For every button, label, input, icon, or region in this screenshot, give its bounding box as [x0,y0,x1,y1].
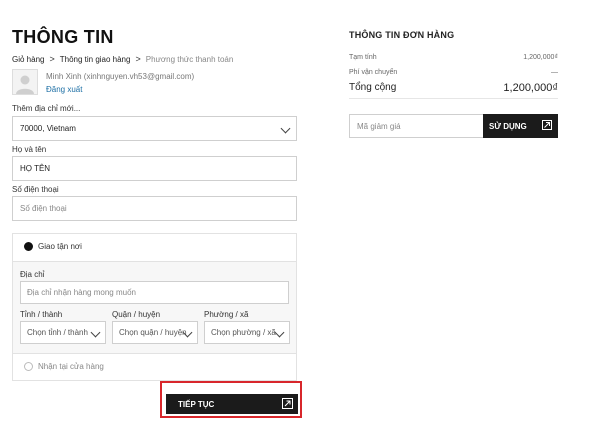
phone-input[interactable]: Số điện thoại [12,196,297,221]
ward-select[interactable]: Chọn phường / xã [204,321,290,344]
chevron-right-icon: > [135,54,141,64]
apply-coupon-label: SỬ DỤNG [489,121,527,131]
coupon-group: Mã giảm giá SỬ DỤNG [349,114,558,138]
user-icon [16,75,34,94]
chevron-down-icon [90,327,101,338]
radio-unchecked-icon[interactable] [24,362,33,371]
district-label: Quận / huyện [112,310,161,319]
breadcrumb: Giỏ hàng > Thông tin giao hàng > Phương … [12,54,233,64]
chevron-down-icon [280,123,291,134]
ship-home-details: Địa chỉ Địa chỉ nhận hàng mong muốn Tỉnh… [13,261,296,354]
account-name: Minh Xinh (xinhnguyen.vh53@gmail.com) [46,72,195,81]
summary-divider [349,98,558,99]
continue-highlight: TIẾP TỤC [160,381,302,418]
arrow-up-right-icon [282,398,293,409]
phone-label: Số điện thoại [12,185,59,194]
breadcrumb-cart[interactable]: Giỏ hàng [12,55,44,64]
continue-label: TIẾP TỤC [178,399,215,409]
fullname-input[interactable]: HỌ TÊN [12,156,297,181]
ship-pickup-label: Nhận tại cửa hàng [38,362,104,371]
coupon-input[interactable]: Mã giảm giá [349,114,483,138]
logout-link[interactable]: Đăng xuất [46,85,194,94]
continue-button[interactable]: TIẾP TỤC [166,394,298,414]
apply-coupon-button[interactable]: SỬ DỤNG [483,114,558,138]
chevron-right-icon: > [49,54,55,64]
shipping-fee-row: Phí vận chuyển — [349,69,558,76]
address-select-label: Thêm địa chỉ mới... [12,104,81,113]
ship-home-option[interactable]: Giao tận nơi [24,242,82,251]
account-block: Minh Xinh (xinhnguyen.vh53@gmail.com) Đă… [12,69,194,95]
shipping-fee-label: Phí vận chuyển [349,69,398,76]
subtotal-value: 1,200,000₫ [523,54,558,61]
arrow-up-right-icon [542,120,552,130]
district-value: Chọn quận / huyện [119,328,187,337]
address-select-value: 70000, Vietnam [20,124,76,133]
address-select[interactable]: 70000, Vietnam [12,116,297,141]
fullname-label: Họ và tên [12,145,47,154]
ward-value: Chọn phường / xã [211,328,276,337]
address-label: Địa chỉ [20,270,45,279]
province-select[interactable]: Chọn tỉnh / thành [20,321,106,344]
total-value: 1,200,000₫ [503,82,558,94]
address-input[interactable]: Địa chỉ nhận hàng mong muốn [20,281,289,304]
chevron-down-icon [274,327,285,338]
shipping-method-box: Giao tận nơi Địa chỉ Địa chỉ nhận hàng m… [12,233,297,381]
avatar [12,69,38,95]
breadcrumb-shipping-info: Thông tin giao hàng [59,54,131,64]
coupon-placeholder: Mã giảm giá [357,121,401,131]
order-summary-title: THÔNG TIN ĐƠN HÀNG [349,30,455,40]
district-select[interactable]: Chọn quận / huyện [112,321,198,344]
radio-checked-icon[interactable] [24,242,33,251]
province-value: Chọn tỉnh / thành [27,328,88,337]
subtotal-label: Tạm tính [349,54,377,61]
subtotal-row: Tạm tính 1,200,000₫ [349,54,558,61]
breadcrumb-payment-method: Phương thức thanh toán [145,54,234,64]
province-label: Tỉnh / thành [20,310,63,319]
shipping-fee-value: — [551,69,558,76]
ward-label: Phường / xã [204,310,249,319]
page-title: THÔNG TIN [12,27,114,47]
phone-placeholder: Số điện thoại [20,204,67,213]
ship-pickup-option[interactable]: Nhận tại cửa hàng [24,362,104,371]
ship-home-label: Giao tận nơi [38,242,82,251]
fullname-value: HỌ TÊN [20,164,51,173]
address-placeholder: Địa chỉ nhận hàng mong muốn [27,288,136,297]
total-row: Tổng cộng 1,200,000₫ [349,82,558,94]
total-label: Tổng cộng [349,82,397,93]
